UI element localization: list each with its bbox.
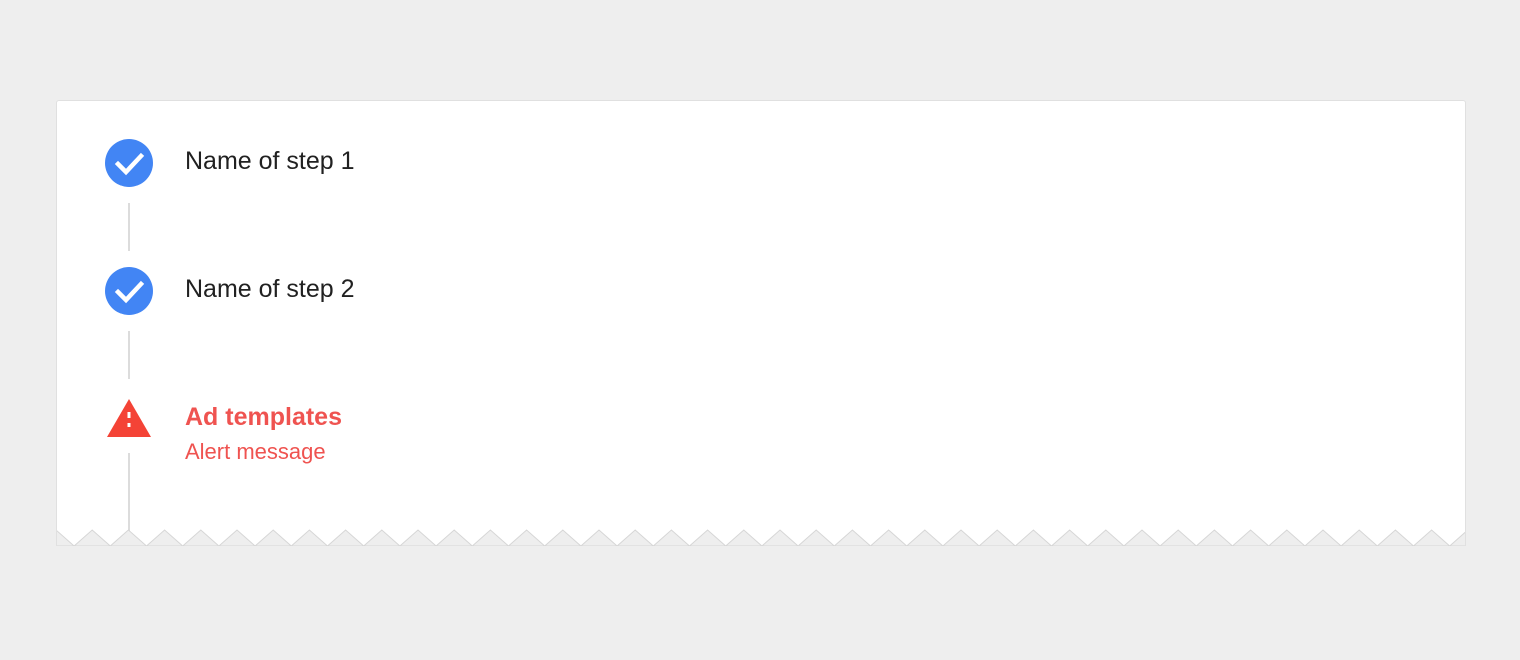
step-label: Name of step 2 [185, 275, 355, 303]
step-label: Name of step 1 [185, 147, 355, 175]
step-connector [128, 203, 130, 251]
step-label-alert: Ad templates [185, 403, 342, 431]
check-circle-icon [105, 267, 153, 315]
warning-triangle-icon [107, 399, 151, 437]
stepper-card: Name of step 1 Name of step 2 Ad templat… [56, 100, 1466, 546]
step-connector [128, 331, 130, 379]
vertical-stepper: Name of step 1 Name of step 2 Ad templat… [57, 101, 1465, 546]
alert-message: Alert message [185, 439, 326, 464]
torn-edge-decoration [57, 529, 1465, 546]
check-circle-icon [105, 139, 153, 187]
